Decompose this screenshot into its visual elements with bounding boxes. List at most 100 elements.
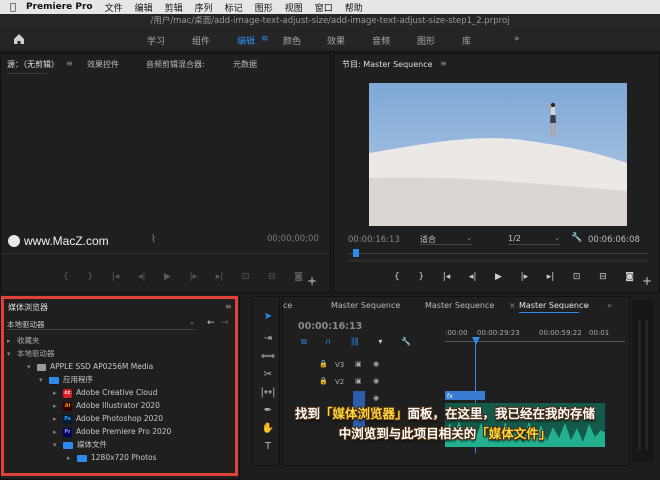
step-forward-icon[interactable]: |▸: [521, 272, 529, 282]
export-frame-icon[interactable]: ◙: [294, 272, 303, 282]
zoom-select[interactable]: 适合 ⌄: [420, 234, 472, 245]
go-to-out-icon[interactable]: ▸|: [216, 272, 224, 282]
workspace-bar: 学习 组件 编辑 ≡ 颜色 效果 音频 图形 库 »: [0, 28, 660, 52]
go-to-in-icon[interactable]: |◂: [443, 272, 451, 282]
play-icon[interactable]: ▶: [495, 272, 502, 282]
go-to-out-icon[interactable]: ▸|: [547, 272, 555, 282]
caption-text: 找到: [294, 406, 320, 421]
step-back-icon[interactable]: ◂|: [469, 272, 477, 282]
step-forward-icon[interactable]: |▸: [190, 272, 198, 282]
snap-magnet-icon[interactable]: ∩: [325, 337, 331, 347]
clip-fx-badge: fx: [447, 393, 453, 400]
overwrite-icon[interactable]: ⊟: [268, 272, 276, 282]
workspace-libraries[interactable]: 库: [462, 34, 471, 47]
wrench-icon[interactable]: 🔧: [571, 233, 582, 243]
timeline-timecode[interactable]: 00:00:16:13: [298, 321, 362, 332]
workspace-more[interactable]: »: [514, 34, 520, 44]
eye-icon[interactable]: ◉: [373, 377, 379, 385]
tab-source[interactable]: 源：（无剪辑）: [7, 59, 59, 70]
ripple-edit-tool-icon[interactable]: ⟺: [259, 349, 277, 365]
lock-icon[interactable]: 🔒: [319, 360, 328, 368]
eye-icon[interactable]: ◉: [373, 394, 379, 402]
timeline-menu-icon[interactable]: ≡: [583, 301, 590, 310]
mark-in-icon[interactable]: {: [394, 272, 400, 282]
zoom-value: 适合: [420, 235, 436, 244]
menu-window[interactable]: 窗口: [315, 1, 333, 14]
ruler-label-0: :00:00: [445, 329, 468, 337]
slip-tool-icon[interactable]: |↔|: [259, 385, 277, 401]
video-clip[interactable]: fx: [445, 391, 485, 400]
tab-metadata[interactable]: 元数据: [233, 59, 257, 70]
workspace-assembly[interactable]: 组件: [192, 34, 210, 47]
timeline-tab-1[interactable]: Master Sequence: [331, 301, 400, 310]
tab-effect-controls[interactable]: 效果控件: [87, 59, 119, 70]
sync-lock-icon[interactable]: ▣: [355, 360, 362, 368]
selection-tool-icon[interactable]: ➤: [259, 309, 277, 325]
settings-wrench-icon[interactable]: 🔧: [401, 337, 411, 347]
go-to-in-icon[interactable]: |◂: [112, 272, 120, 282]
program-scrub-bar[interactable]: [348, 253, 648, 254]
home-icon[interactable]: [12, 32, 26, 46]
workspace-effects[interactable]: 效果: [327, 34, 345, 47]
source-transport: { } |◂ ◂| ▶ |▸ ▸| ⊡ ⊟ ◙: [63, 272, 303, 282]
program-menu-icon[interactable]: ≡: [440, 59, 447, 68]
menu-view[interactable]: 视图: [285, 1, 303, 14]
program-title[interactable]: 节目: Master Sequence: [342, 59, 433, 70]
program-timecode[interactable]: 00:00:16:13: [348, 235, 400, 245]
play-icon[interactable]: ▶: [164, 272, 171, 282]
menu-sequence[interactable]: 序列: [195, 1, 213, 14]
source-add-button-icon[interactable]: +: [307, 274, 317, 288]
add-marker-icon[interactable]: ▾: [378, 337, 382, 347]
menu-marker[interactable]: 标记: [225, 1, 243, 14]
timeline-tab-2[interactable]: Master Sequence: [425, 301, 494, 310]
razor-tool-icon[interactable]: ✂: [259, 367, 277, 383]
extract-icon[interactable]: ⊟: [599, 272, 607, 282]
caption-text: 面板，在这里，我已经在我的存储: [407, 406, 596, 421]
menu-help[interactable]: 帮助: [345, 1, 363, 14]
source-menu-icon[interactable]: ≡: [66, 59, 73, 68]
source-scrub-bar[interactable]: ⌇: [151, 234, 156, 245]
insert-nest-icon[interactable]: ⧉: [301, 337, 307, 347]
timeline-tab-active[interactable]: Master Sequence: [519, 301, 588, 310]
workspace-graphics[interactable]: 图形: [417, 34, 435, 47]
lift-icon[interactable]: ⊡: [573, 272, 581, 282]
workspace-color[interactable]: 颜色: [283, 34, 301, 47]
timeline-tab-partial[interactable]: ce: [283, 301, 292, 310]
caption-highlight: 「媒体文件」: [476, 426, 552, 441]
track-select-tool-icon[interactable]: ⇥: [259, 331, 277, 347]
track-label-v2: V2: [335, 378, 345, 386]
workspace-menu-icon[interactable]: ≡: [261, 34, 269, 44]
app-name-menu[interactable]: Premiere Pro: [26, 2, 93, 12]
lock-icon[interactable]: 🔒: [319, 377, 328, 385]
linked-selection-icon[interactable]: ⛓: [350, 337, 360, 347]
eye-icon[interactable]: ◉: [373, 360, 379, 368]
menu-graphics[interactable]: 图形: [255, 1, 273, 14]
export-frame-icon[interactable]: ◙: [625, 272, 634, 282]
close-icon[interactable]: ×: [509, 301, 516, 310]
insert-icon[interactable]: ⊡: [242, 272, 250, 282]
program-add-button-icon[interactable]: +: [642, 274, 652, 288]
program-playhead[interactable]: [353, 249, 359, 257]
menu-clip[interactable]: 剪辑: [165, 1, 183, 14]
program-panel: 节目: Master Sequence ≡ 00:00:16:13 适合 ⌄ 1…: [333, 53, 660, 293]
workspace-learn[interactable]: 学习: [147, 34, 165, 47]
sync-lock-icon[interactable]: ▣: [355, 377, 362, 385]
workspace-editing[interactable]: 编辑: [237, 34, 255, 47]
caption-highlight: 「媒体浏览器」: [319, 406, 408, 421]
tab-audio-clip-mixer[interactable]: 音频剪辑混合器:: [146, 59, 205, 70]
ruler-label-3: 00:01: [589, 329, 610, 337]
timeline-more-icon[interactable]: »: [607, 301, 612, 310]
workspace-audio[interactable]: 音频: [372, 34, 390, 47]
menu-file[interactable]: 文件: [105, 1, 123, 14]
source-panel: 源：（无剪辑） ≡ 效果控件 音频剪辑混合器: 元数据 www.MacZ.com…: [0, 53, 331, 293]
mark-in-icon[interactable]: {: [63, 272, 69, 282]
mark-out-icon[interactable]: }: [418, 272, 424, 282]
resolution-select[interactable]: 1/2 ⌄: [508, 234, 560, 245]
meter-channel-right: [645, 320, 648, 450]
mark-out-icon[interactable]: }: [87, 272, 93, 282]
apple-icon[interactable]: : [0, 2, 26, 13]
video-frame-image: [369, 83, 627, 226]
menu-edit[interactable]: 编辑: [135, 1, 153, 14]
program-zoom-scroll[interactable]: [348, 259, 648, 262]
step-back-icon[interactable]: ◂|: [138, 272, 146, 282]
